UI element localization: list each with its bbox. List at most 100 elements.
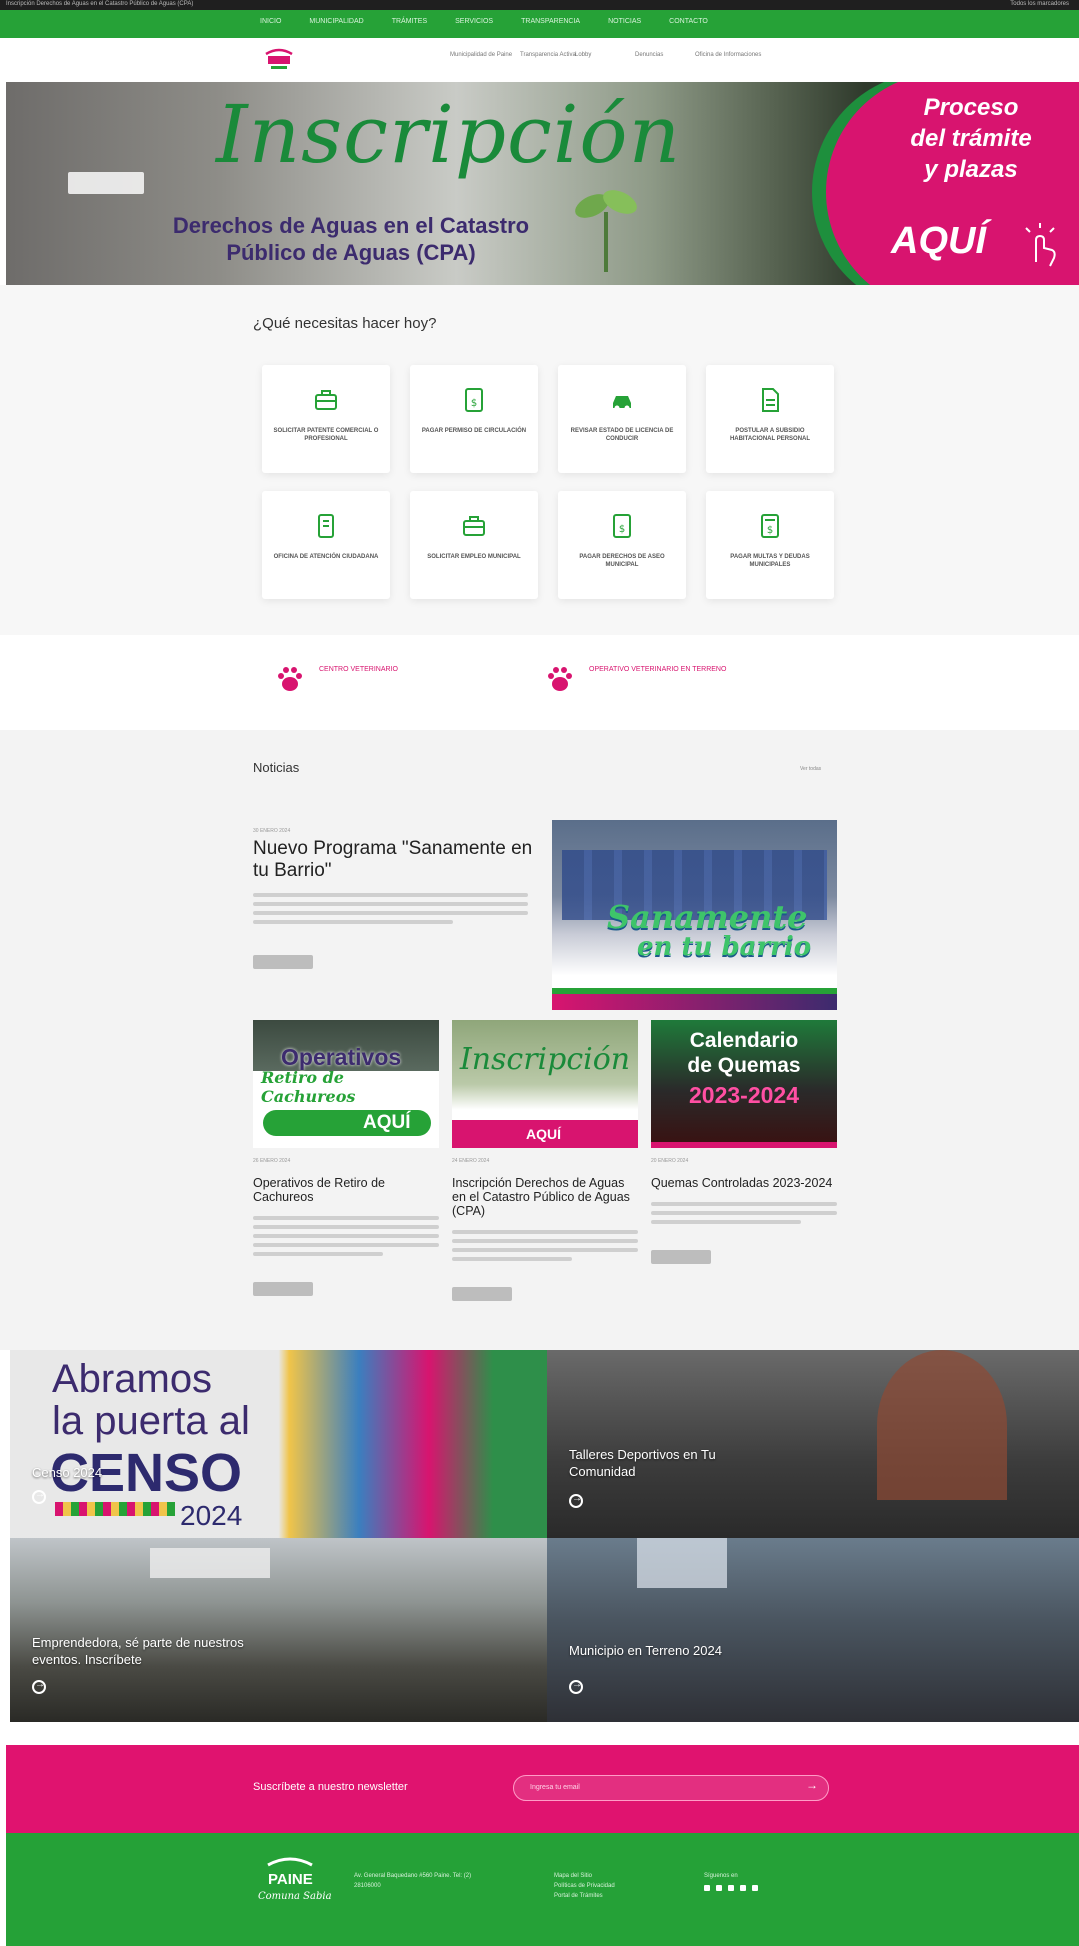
vet-link-centro-label: Centro veterinario xyxy=(319,666,398,673)
featured-date: 30 Enero 2024 xyxy=(253,828,291,834)
featured-image-subtitle: en tu barrio xyxy=(637,932,812,962)
site-header: Municipalidad de Paine Transparencia Act… xyxy=(0,38,1079,82)
featured-excerpt-line xyxy=(253,911,528,915)
document-icon xyxy=(762,388,779,412)
nav-item-tramites[interactable]: Trámites xyxy=(392,18,427,25)
vet-link-operativo[interactable]: Operativo veterinario en terreno xyxy=(545,665,769,693)
nav-item-transparencia[interactable]: Transparencia xyxy=(521,18,580,25)
tile-talleres[interactable]: Talleres Deportivos en Tu Comunidad xyxy=(547,1350,1079,1538)
service-card-label: Pagar derechos de aseo municipal xyxy=(579,554,665,568)
featured-headline[interactable]: Nuevo Programa "Sanamente en tu Barrio" xyxy=(253,838,533,882)
arrow-circle-icon[interactable] xyxy=(569,1679,583,1694)
header-link-oirs[interactable]: Oficina de Informaciones xyxy=(695,52,761,58)
header-link-municipalidad[interactable]: Municipalidad de Paine xyxy=(450,52,512,58)
footer-social-label: Síguenos en xyxy=(704,1873,738,1879)
arrow-circle-icon[interactable] xyxy=(569,1493,583,1508)
news-card-headline[interactable]: Quemas Controladas 2023-2024 xyxy=(651,1176,837,1190)
service-card-label: Revisar estado de licencia de conducir xyxy=(570,428,674,442)
featured-image[interactable]: Sanamente en tu barrio xyxy=(552,820,837,1010)
service-card[interactable]: $ Pagar derechos de aseo municipal xyxy=(558,491,686,599)
hero-cta-aqui[interactable]: AQUÍ xyxy=(891,220,986,263)
nav-item-inicio[interactable]: Inicio xyxy=(260,18,281,25)
featured-excerpt-line xyxy=(253,902,528,906)
paine-logo[interactable] xyxy=(262,46,296,74)
arrow-circle-icon[interactable] xyxy=(32,1489,46,1504)
footer-link-tramites[interactable]: Portal de Trámites xyxy=(554,1891,603,1901)
news-card-image: Inscripción AQUÍ xyxy=(452,1020,638,1148)
browser-bookmarks-bar: Inscripción Derechos de Aguas en el Cata… xyxy=(0,0,1079,10)
nav-item-noticias[interactable]: Noticias xyxy=(608,18,641,25)
news-see-all-link[interactable]: Ver todas xyxy=(800,766,821,772)
newsletter-section: Suscríbete a nuestro newsletter Ingresa … xyxy=(6,1745,1079,1833)
arrow-right-icon[interactable]: → xyxy=(806,1778,818,1792)
header-link-transparencia[interactable]: Transparencia Activa xyxy=(520,52,576,58)
news-card-date: 20 Enero 2024 xyxy=(651,1158,689,1164)
featured-tiles: Abramos la puerta al CENSO 2024 Censo 202… xyxy=(10,1350,1079,1722)
tile-municipio[interactable]: Municipio en Terreno 2024 xyxy=(547,1538,1079,1722)
hero-placeholder-block xyxy=(68,172,144,194)
news-card[interactable]: Calendario de Quemas 2023-2024 20 Enero 2… xyxy=(651,1020,837,1264)
service-card[interactable]: Solicitar patente comercial o profesiona… xyxy=(262,365,390,473)
bookmarks-left[interactable]: Inscripción Derechos de Aguas en el Cata… xyxy=(6,1,193,7)
vet-link-centro[interactable]: Centro veterinario xyxy=(275,665,499,693)
vet-link-operativo-label: Operativo veterinario en terreno xyxy=(589,666,727,673)
tile-censo[interactable]: Abramos la puerta al CENSO 2024 Censo 202… xyxy=(10,1350,547,1538)
document-dollar-icon: $ xyxy=(613,514,631,538)
tile-emprende[interactable]: Emprendedora, sé parte de nuestros event… xyxy=(10,1538,547,1722)
services-title: ¿Qué necesitas hacer hoy? xyxy=(253,315,437,332)
briefcase-icon xyxy=(315,390,337,410)
service-card-label: Postular a subsidio habitacional persona… xyxy=(729,428,811,442)
header-link-lobby[interactable]: Lobby xyxy=(575,52,591,58)
nav-item-municipalidad[interactable]: Municipalidad xyxy=(309,18,363,25)
footer-logo-tag: Comuna Sabia xyxy=(258,1891,332,1902)
news-card[interactable]: Operativos Retiro de Cachureos AQUÍ 26 E… xyxy=(253,1020,439,1296)
hero-cta-text: Proceso del trámite y plazas xyxy=(910,94,1032,183)
header-link-denuncias[interactable]: Denuncias xyxy=(635,52,663,58)
featured-read-more-button[interactable] xyxy=(253,955,313,969)
bookmarks-right[interactable]: Todos los marcadores xyxy=(1010,1,1069,7)
news-section: Noticias Ver todas 30 Enero 2024 Nuevo P… xyxy=(0,730,1079,1350)
news-title: Noticias xyxy=(253,760,300,775)
news-card[interactable]: Inscripción AQUÍ 24 Enero 2024 Inscripci… xyxy=(452,1020,638,1301)
service-card[interactable]: Postular a subsidio habitacional persona… xyxy=(706,365,834,473)
tile-emprende-caption: Emprendedora, sé parte de nuestros event… xyxy=(32,1635,244,1667)
nav-item-servicios[interactable]: Servicios xyxy=(455,18,493,25)
service-card[interactable]: Solicitar empleo municipal xyxy=(410,491,538,599)
youtube-icon[interactable] xyxy=(740,1885,746,1891)
service-card[interactable]: $ Pagar multas y deudas municipales xyxy=(706,491,834,599)
service-card-label: Solicitar empleo municipal xyxy=(427,554,521,560)
arrow-circle-icon[interactable] xyxy=(32,1679,46,1694)
calculator-icon: $ xyxy=(761,514,779,538)
news-card-image: Operativos Retiro de Cachureos AQUÍ xyxy=(253,1020,439,1148)
news-card-headline[interactable]: Inscripción Derechos de Aguas en el Cata… xyxy=(452,1176,638,1218)
main-nav: Inicio Municipalidad Trámites Servicios … xyxy=(0,10,1079,38)
news-card-button[interactable] xyxy=(452,1287,512,1301)
nav-item-contacto[interactable]: Contacto xyxy=(669,18,708,25)
news-card-button[interactable] xyxy=(253,1282,313,1296)
service-card-label: Pagar permiso de circulación xyxy=(421,428,527,434)
svg-text:$: $ xyxy=(767,525,773,536)
paw-icon xyxy=(548,667,572,691)
newsletter-email-input[interactable]: Ingresa tu email xyxy=(513,1775,829,1801)
svg-text:$: $ xyxy=(619,524,625,535)
car-icon xyxy=(613,396,631,411)
service-card[interactable]: $ Pagar permiso de circulación xyxy=(410,365,538,473)
news-card-headline[interactable]: Operativos de Retiro de Cachureos xyxy=(253,1176,439,1204)
vet-section: Centro veterinario Operativo veterinario… xyxy=(0,635,1079,730)
facebook-icon[interactable] xyxy=(704,1885,710,1891)
footer-link-mapa[interactable]: Mapa del Sitio xyxy=(554,1871,592,1881)
briefcase-icon xyxy=(463,516,485,536)
service-card[interactable]: Revisar estado de licencia de conducir xyxy=(558,365,686,473)
service-card[interactable]: Oficina de atención ciudadana xyxy=(262,491,390,599)
tiktok-icon[interactable] xyxy=(752,1885,758,1891)
service-card-label: Solicitar patente comercial o profesiona… xyxy=(273,428,379,442)
instagram-icon[interactable] xyxy=(728,1885,734,1891)
twitter-icon[interactable] xyxy=(716,1885,722,1891)
paw-icon xyxy=(278,667,302,691)
news-card-button[interactable] xyxy=(651,1250,711,1264)
hero-banner[interactable]: Inscripción Derechos de Aguas en el Cata… xyxy=(6,82,1079,285)
services-section: ¿Qué necesitas hacer hoy? Solicitar pate… xyxy=(0,285,1079,635)
tile-municipio-caption: Municipio en Terreno 2024 xyxy=(569,1643,722,1658)
tile-censo-caption: Censo 2024 xyxy=(32,1465,103,1480)
footer-link-privacidad[interactable]: Políticas de Privacidad xyxy=(554,1881,615,1891)
